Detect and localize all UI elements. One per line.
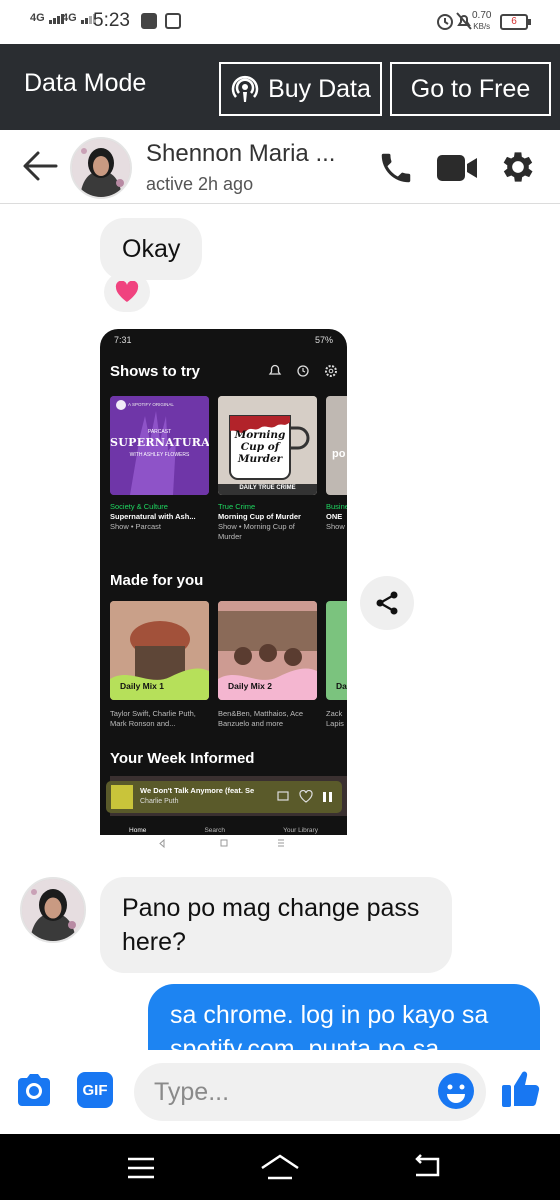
back-arrow-icon[interactable] <box>22 150 58 182</box>
message-list[interactable]: Okay 7:31 57% Shows to try A SPOTIFY ORI… <box>0 205 560 1050</box>
tile-caption: Society & Culture Supernatural with Ash.… <box>110 502 210 532</box>
sim2-signal: 4G <box>62 12 97 24</box>
incoming-message-bubble[interactable]: Okay <box>100 218 203 280</box>
message-text: sa chrome. log in po kayo sa spotify.com… <box>170 1001 489 1050</box>
mute-bell-icon <box>456 12 472 30</box>
mix-caption: Taylor Swift, Charlie Puth, Mark Ronson … <box>110 709 196 728</box>
network-speed: 0.70 KB/s <box>472 10 491 32</box>
image-section-title-2: Made for you <box>110 572 204 589</box>
shared-image-message[interactable]: 7:31 57% Shows to try A SPOTIFY ORIGINAL… <box>100 329 347 852</box>
play-notification-icon <box>141 13 157 29</box>
recent-apps-icon[interactable] <box>126 1156 156 1180</box>
show-tile-supernatural: A SPOTIFY ORIGINAL PARCAST SUPERNATURAL … <box>110 396 209 495</box>
image-battery: 57% <box>314 335 333 345</box>
tile-art-title: Daily Mix 2 <box>228 681 272 691</box>
sim1-signal: 4G <box>30 12 65 24</box>
tile-art-title: SUPERNATURAL <box>110 436 209 449</box>
heart-reaction[interactable] <box>104 272 150 312</box>
status-bar: 4G 4G 5:23 0.70 KB/s 6 <box>0 0 560 44</box>
tile-category: True Crime <box>218 502 256 511</box>
tile-art-title: Morning Cup of Murder <box>234 429 286 465</box>
battery-icon: 6 <box>500 14 531 30</box>
message-text: Okay <box>122 235 181 263</box>
gif-button[interactable]: GIF <box>77 1072 113 1108</box>
tile-sub: Show • Parcast <box>110 522 161 531</box>
tile-name: Supernatural with Ash... <box>110 512 196 521</box>
tile-art-title: po <box>332 448 346 460</box>
go-to-free-button[interactable]: Go to Free <box>390 62 551 116</box>
net-speed-unit: KB/s <box>473 22 491 31</box>
tile-badge: A SPOTIFY ORIGINAL <box>128 402 174 407</box>
emoji-icon[interactable] <box>437 1072 475 1110</box>
net-speed-value: 0.70 <box>472 10 492 21</box>
message-input[interactable] <box>134 1063 486 1121</box>
camera-icon[interactable] <box>14 1070 54 1110</box>
home-icon[interactable] <box>260 1153 300 1181</box>
heart-icon <box>115 281 139 302</box>
mix-caption: Zack Lapis <box>326 709 344 728</box>
data-mode-title: Data Mode <box>24 69 147 97</box>
tile-name: Morning Cup of Murder <box>218 512 301 521</box>
image-status-bar: 7:31 57% <box>100 329 347 353</box>
now-playing-artist: Charlie Puth <box>140 798 179 805</box>
tile-art-title: Da <box>336 681 347 691</box>
incoming-message-bubble[interactable]: Pano po mag change pass here? <box>100 877 452 973</box>
tile-sub: Show • Morning Cup of Murder <box>218 522 295 541</box>
tile-art-title: Daily Mix 1 <box>120 681 164 691</box>
share-button[interactable] <box>360 576 414 630</box>
image-header-icons <box>268 364 337 377</box>
video-call-icon[interactable] <box>436 152 478 184</box>
tile-art-top: PARCAST <box>147 429 172 435</box>
tile-art-sub: WITH ASHLEY FLOWERS <box>129 452 190 458</box>
mix-caption: Ben&Ben, Matthaios, Ace Banzuelo and mor… <box>218 709 304 728</box>
chat-header: Shennon Maria ... active 2h ago <box>0 130 560 204</box>
contact-name[interactable]: Shennon Maria ... <box>146 140 335 168</box>
image-time: 7:31 <box>114 335 132 345</box>
mix-tile-2: Daily Mix 2 <box>218 601 317 700</box>
phone-call-icon[interactable] <box>377 149 415 187</box>
mail-notification-icon <box>165 13 181 29</box>
tile-art-sub: DAILY TRUE CRIME <box>239 485 296 491</box>
buy-data-label: Buy Data <box>268 74 371 103</box>
alarm-icon <box>437 14 453 30</box>
clock: 5:23 <box>93 10 130 31</box>
broadcast-icon <box>231 75 259 102</box>
tile-caption: True Crime Morning Cup of Murder Show • … <box>218 502 318 542</box>
message-text: Pano po mag change pass here? <box>122 894 420 956</box>
image-section-title-1: Shows to try <box>110 363 201 380</box>
tile-name: ONE <box>326 512 343 521</box>
show-tile-morning-cup: Morning Cup of Murder DAILY TRUE CRIME <box>218 396 317 495</box>
outgoing-message-bubble[interactable]: sa chrome. log in po kayo sa spotify.com… <box>148 984 540 1050</box>
sender-avatar[interactable] <box>20 877 86 943</box>
share-icon <box>376 591 398 615</box>
tile-category: Society & Culture <box>110 502 168 511</box>
sim2-label: 4G <box>62 12 77 24</box>
thumbs-up-icon[interactable] <box>500 1068 542 1110</box>
player-controls-icons <box>277 790 332 803</box>
now-playing-title: We Don't Talk Anymore (feat. Se <box>140 786 255 795</box>
buy-data-button[interactable]: Buy Data <box>219 62 382 116</box>
sim1-label: 4G <box>30 12 45 24</box>
messenger-screen: 4G 4G 5:23 0.70 KB/s 6 Data Mode Buy Dat… <box>0 0 560 1200</box>
settings-gear-icon[interactable] <box>498 147 538 187</box>
image-mini-player: We Don't Talk Anymore (feat. Se Charlie … <box>106 781 342 813</box>
mix-tile-1: Daily Mix 1 <box>110 601 209 700</box>
tile-sub: Show <box>326 522 345 531</box>
message-composer: GIF <box>0 1050 560 1134</box>
image-system-nav <box>100 835 347 852</box>
data-mode-bar: Data Mode Buy Data Go to Free <box>0 44 560 130</box>
show-tile-partial: po <box>326 396 347 495</box>
back-nav-icon[interactable] <box>412 1154 442 1180</box>
contact-avatar[interactable] <box>70 137 132 199</box>
album-art <box>111 785 133 809</box>
tile-category: Busine <box>326 502 347 511</box>
android-navigation-bar <box>0 1134 560 1200</box>
contact-active-status: active 2h ago <box>146 174 254 194</box>
image-section-title-3: Your Week Informed <box>110 750 255 767</box>
go-to-free-label: Go to Free <box>410 74 531 103</box>
mix-tile-3: Da <box>326 601 347 700</box>
tile-caption: Busine ONE Show <box>326 502 347 532</box>
